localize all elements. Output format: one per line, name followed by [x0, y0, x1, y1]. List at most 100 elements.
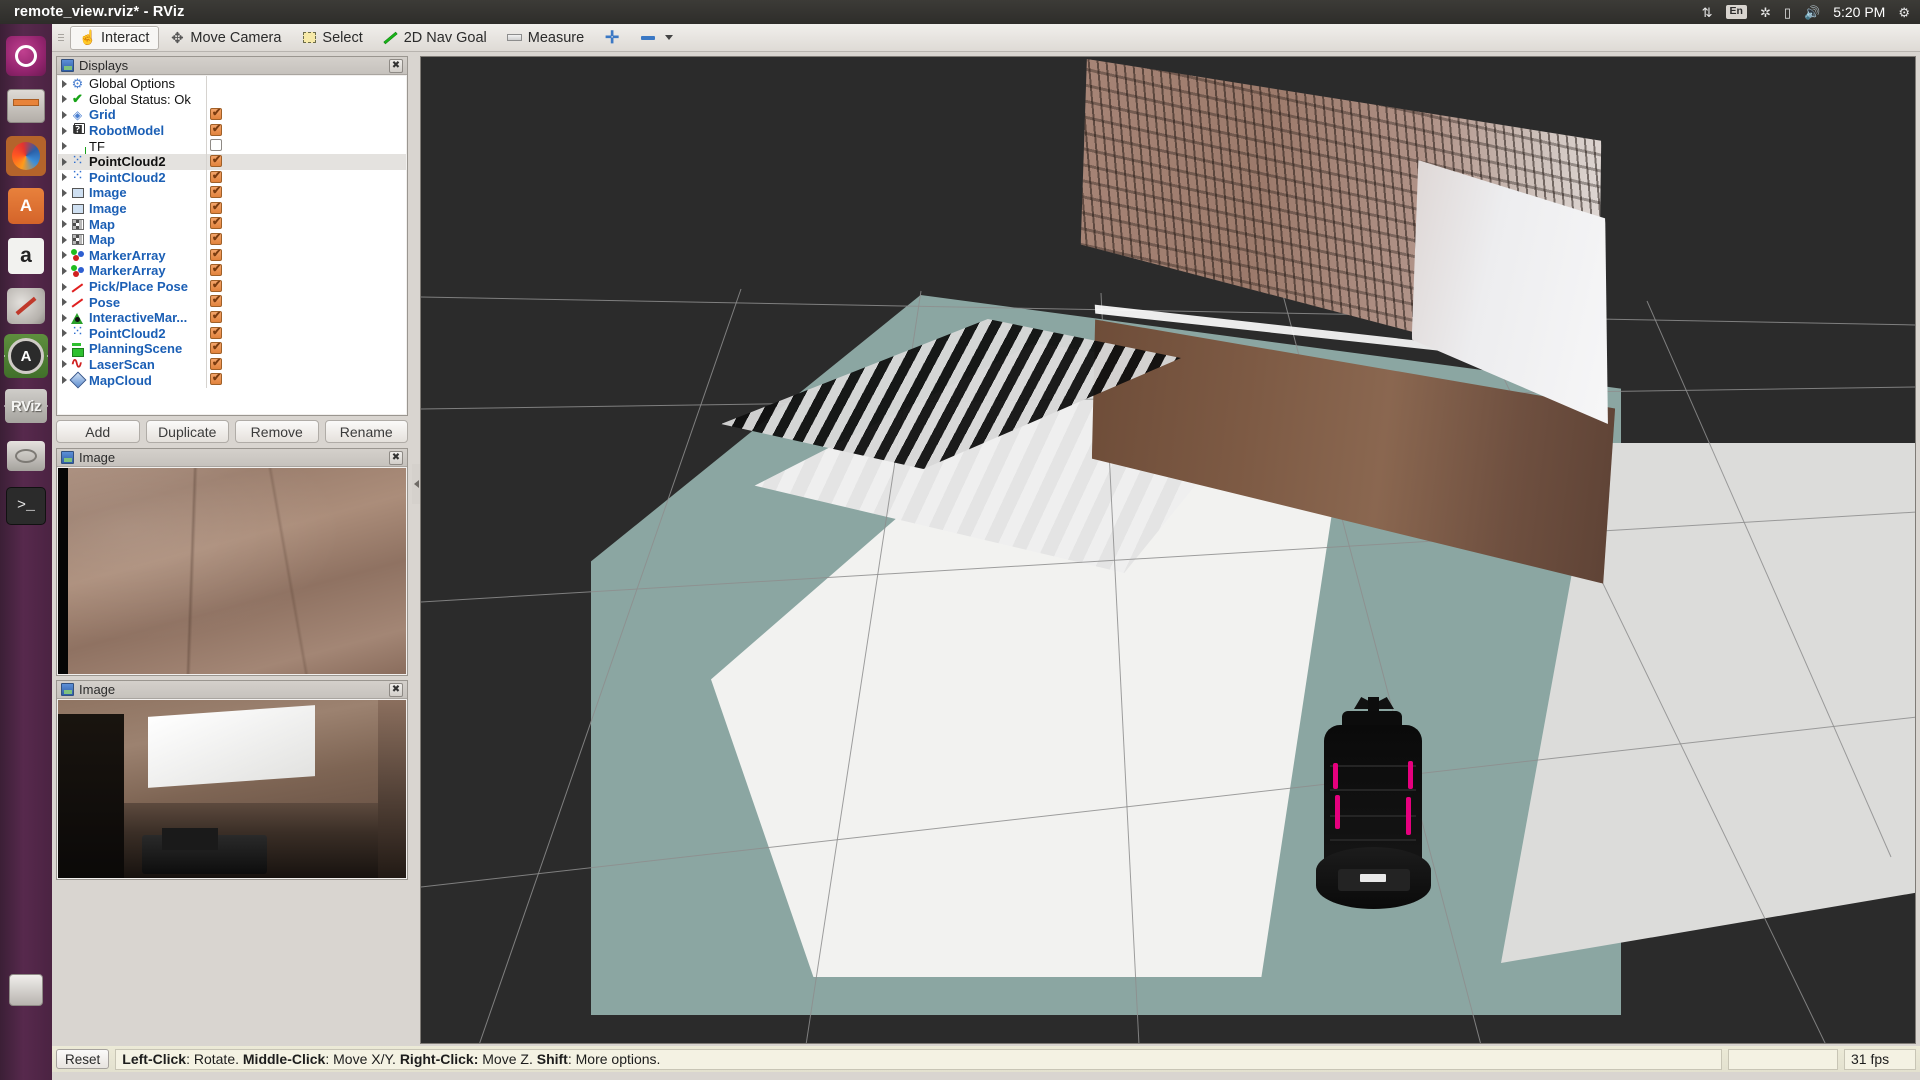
display-enabled-checkbox[interactable] — [210, 358, 222, 370]
launcher-item-software-updater[interactable]: A — [4, 334, 48, 378]
session-gear-icon[interactable]: ⚙ — [1898, 6, 1910, 19]
network-updown-icon[interactable]: ⇅ — [1702, 6, 1713, 19]
display-enabled-checkbox[interactable] — [210, 186, 222, 198]
keyboard-layout-indicator[interactable]: En — [1726, 5, 1747, 19]
expand-triangle-icon[interactable] — [58, 298, 70, 306]
launcher-item-files[interactable] — [4, 84, 48, 128]
display-enabled-checkbox[interactable] — [210, 202, 222, 214]
pointcloud-icon — [70, 171, 85, 184]
display-item-pick-place-pose[interactable]: Pick/Place Pose — [58, 279, 406, 295]
tool-move-camera[interactable]: Move Camera — [159, 26, 291, 50]
display-item-map[interactable]: Map — [58, 232, 406, 248]
expand-triangle-icon[interactable] — [58, 360, 70, 368]
display-item-robotmodel[interactable]: RobotModel — [58, 123, 406, 139]
launcher-item-system-settings[interactable] — [4, 284, 48, 328]
expand-triangle-icon[interactable] — [58, 345, 70, 353]
display-item-pointcloud2[interactable]: PointCloud2 — [58, 326, 406, 342]
expand-triangle-icon[interactable] — [58, 142, 70, 150]
display-item-grid[interactable]: Grid — [58, 107, 406, 123]
launcher-item-amazon[interactable]: a — [4, 234, 48, 278]
launcher-item-firefox[interactable] — [4, 134, 48, 178]
expand-triangle-icon[interactable] — [58, 236, 70, 244]
close-icon[interactable]: ✖ — [389, 451, 403, 465]
display-item-tf[interactable]: TF — [58, 138, 406, 154]
expand-triangle-icon[interactable] — [58, 314, 70, 322]
close-icon[interactable]: ✖ — [389, 59, 403, 73]
tool-more-options[interactable] — [630, 26, 683, 50]
displays-tree[interactable]: Global OptionsGlobal Status: OkGridRobot… — [58, 76, 406, 414]
volume-icon[interactable]: 🔊 — [1804, 6, 1820, 19]
display-item-planningscene[interactable]: PlanningScene — [58, 341, 406, 357]
clock[interactable]: 5:20 PM — [1833, 4, 1885, 20]
expand-triangle-icon[interactable] — [58, 267, 70, 275]
image-panel-1: Image ✖ — [56, 448, 408, 676]
display-enabled-checkbox[interactable] — [210, 342, 222, 354]
expand-triangle-icon[interactable] — [58, 95, 70, 103]
splitter-handle-left[interactable] — [412, 464, 420, 504]
display-item-map[interactable]: Map — [58, 216, 406, 232]
launcher-item-rviz[interactable]: RViz — [4, 384, 48, 428]
display-item-mapcloud[interactable]: MapCloud — [58, 372, 406, 388]
display-enabled-checkbox[interactable] — [210, 295, 222, 307]
display-enabled-checkbox[interactable] — [210, 217, 222, 229]
expand-triangle-icon[interactable] — [58, 329, 70, 337]
display-enabled-checkbox[interactable] — [210, 311, 222, 323]
display-enabled-checkbox[interactable] — [210, 124, 222, 136]
launcher-item-trash[interactable] — [4, 968, 48, 1012]
rename-display-button[interactable]: Rename — [325, 420, 409, 443]
toolbar-grip[interactable] — [58, 28, 66, 48]
display-item-label: MarkerArray — [89, 263, 166, 278]
display-item-pointcloud2[interactable]: PointCloud2 — [58, 170, 406, 186]
expand-triangle-icon[interactable] — [58, 251, 70, 259]
launcher-item-ubuntu-dash[interactable] — [4, 34, 48, 78]
display-item-pointcloud2[interactable]: PointCloud2 — [58, 154, 406, 170]
display-item-image[interactable]: Image — [58, 185, 406, 201]
display-enabled-checkbox[interactable] — [210, 171, 222, 183]
display-item-pose[interactable]: Pose — [58, 294, 406, 310]
battery-icon[interactable]: ▯ — [1784, 6, 1791, 19]
display-item-interactivemar[interactable]: InteractiveMar... — [58, 310, 406, 326]
display-item-image[interactable]: Image — [58, 201, 406, 217]
add-display-button[interactable]: Add — [56, 420, 140, 443]
display-item-global-options[interactable]: Global Options — [58, 76, 406, 92]
display-enabled-checkbox[interactable] — [210, 155, 222, 167]
expand-triangle-icon[interactable] — [58, 189, 70, 197]
display-item-label: InteractiveMar... — [89, 310, 187, 325]
expand-triangle-icon[interactable] — [58, 158, 70, 166]
3d-render-view[interactable] — [420, 56, 1916, 1044]
close-icon[interactable]: ✖ — [389, 683, 403, 697]
display-item-global-status-ok[interactable]: Global Status: Ok — [58, 92, 406, 108]
display-enabled-checkbox[interactable] — [210, 249, 222, 261]
expand-triangle-icon[interactable] — [58, 376, 70, 384]
launcher-item-software-center[interactable]: A — [4, 184, 48, 228]
bluetooth-icon[interactable]: ✲ — [1760, 6, 1771, 19]
tool-focus-camera[interactable] — [594, 26, 630, 50]
launcher-item-terminal[interactable]: >_ — [4, 484, 48, 528]
display-enabled-checkbox[interactable] — [210, 139, 222, 151]
tool-2d-nav-goal[interactable]: 2D Nav Goal — [373, 26, 497, 50]
measure-ruler-icon — [507, 30, 523, 46]
display-item-laserscan[interactable]: LaserScan — [58, 357, 406, 373]
display-enabled-checkbox[interactable] — [210, 280, 222, 292]
expand-triangle-icon[interactable] — [58, 127, 70, 135]
display-item-markerarray[interactable]: MarkerArray — [58, 263, 406, 279]
expand-triangle-icon[interactable] — [58, 173, 70, 181]
launcher-item-disks[interactable] — [4, 434, 48, 478]
tool-interact[interactable]: Interact — [70, 26, 159, 50]
tool-measure[interactable]: Measure — [497, 26, 594, 50]
display-enabled-checkbox[interactable] — [210, 327, 222, 339]
expand-triangle-icon[interactable] — [58, 111, 70, 119]
expand-triangle-icon[interactable] — [58, 283, 70, 291]
display-item-markerarray[interactable]: MarkerArray — [58, 248, 406, 264]
remove-display-button[interactable]: Remove — [235, 420, 319, 443]
display-enabled-checkbox[interactable] — [210, 233, 222, 245]
expand-triangle-icon[interactable] — [58, 80, 70, 88]
expand-triangle-icon[interactable] — [58, 220, 70, 228]
tool-select[interactable]: Select — [291, 26, 372, 50]
display-enabled-checkbox[interactable] — [210, 373, 222, 385]
display-enabled-checkbox[interactable] — [210, 108, 222, 120]
duplicate-display-button[interactable]: Duplicate — [146, 420, 230, 443]
reset-button[interactable]: Reset — [56, 1049, 109, 1069]
display-enabled-checkbox[interactable] — [210, 264, 222, 276]
expand-triangle-icon[interactable] — [58, 205, 70, 213]
